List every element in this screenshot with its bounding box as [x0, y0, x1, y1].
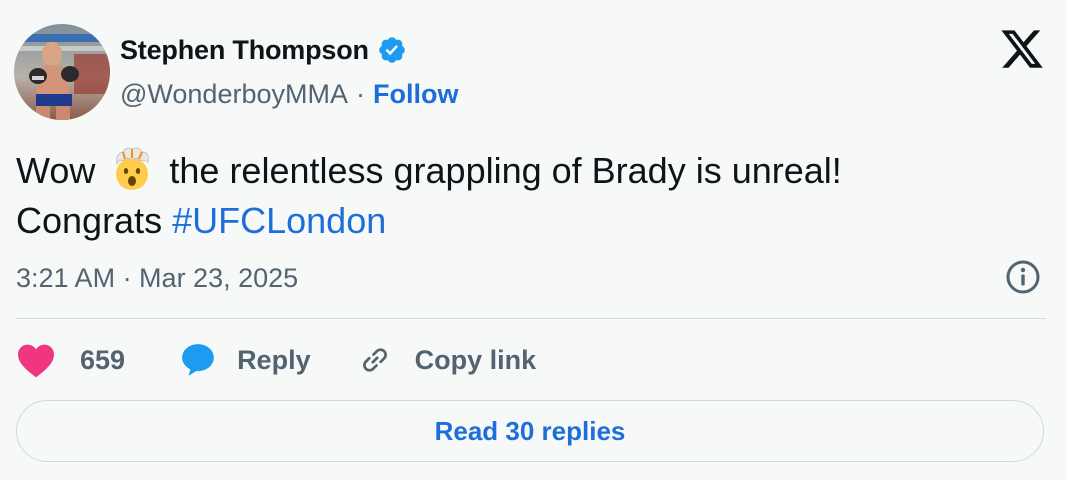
speech-bubble-icon — [182, 344, 214, 376]
reply-button[interactable]: Reply — [179, 341, 311, 379]
read-replies-label: Read 30 replies — [434, 415, 626, 446]
info-icon[interactable] — [1004, 258, 1042, 296]
hashtag-link[interactable]: #UFCLondon — [172, 200, 386, 241]
follow-button[interactable]: Follow — [373, 79, 458, 110]
author-display-name[interactable]: Stephen Thompson — [120, 35, 369, 66]
tweet-text: Wow the relentless grappling of Brady is… — [16, 146, 1016, 246]
separator-dot: · — [355, 78, 365, 109]
tweet-text-part2: the relentless grappling of Brady is unr… — [169, 150, 842, 191]
author-handle[interactable]: @WonderboyMMA — [120, 79, 348, 110]
avatar[interactable] — [14, 24, 110, 120]
tweet-embed-card: Stephen Thompson @WonderboyMMA · Follow … — [0, 0, 1066, 480]
tweet-text-part1: Wow — [16, 150, 96, 191]
tweet-timestamp[interactable]: 3:21 AM · Mar 23, 2025 — [16, 258, 298, 298]
link-icon — [362, 348, 387, 372]
copy-link-button[interactable]: Copy link — [357, 342, 537, 378]
tweet-text-line2: Congrats — [16, 200, 163, 241]
avatar-photo — [14, 24, 110, 120]
x-logo-icon[interactable] — [998, 26, 1046, 72]
divider — [16, 318, 1046, 319]
heart-icon — [18, 344, 54, 378]
author-handle-row: @WonderboyMMA · Follow — [120, 76, 458, 112]
tweet-actions: 659 Reply Copy link — [16, 335, 536, 385]
like-count: 659 — [80, 344, 126, 375]
author-name-row: Stephen Thompson — [120, 32, 407, 68]
verified-badge-icon — [377, 35, 407, 65]
exploding-head-emoji-icon — [109, 146, 155, 192]
read-replies-button[interactable]: Read 30 replies — [16, 400, 1044, 462]
reply-label: Reply — [237, 344, 311, 375]
copy-link-label: Copy link — [414, 344, 537, 375]
like-button[interactable]: 659 — [16, 342, 125, 378]
